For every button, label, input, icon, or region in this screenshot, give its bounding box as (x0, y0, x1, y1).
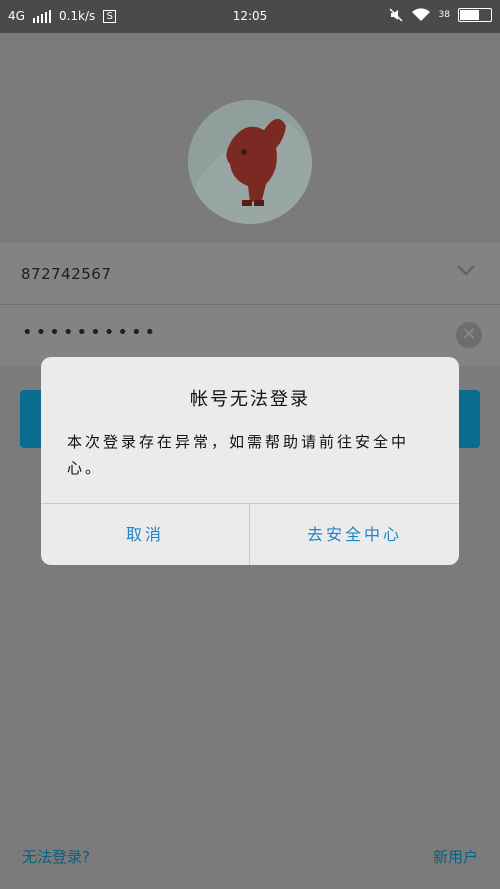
status-bar: 4G 0.1k/s S 12:05 38 (0, 0, 500, 33)
new-user-link[interactable]: 新用户 (433, 846, 478, 867)
cant-login-link[interactable]: 无法登录? (22, 846, 90, 867)
chevron-down-icon[interactable] (455, 262, 477, 278)
cancel-button[interactable]: 取消 (41, 504, 249, 565)
fox-avatar-image (188, 100, 312, 224)
mute-icon (389, 8, 403, 22)
avatar (188, 100, 312, 224)
alert-dialog: 帐号无法登录 本次登录存在异常，如需帮助请前往安全中心。 取消 去安全中心 (41, 357, 459, 565)
go-security-center-button[interactable]: 去安全中心 (250, 504, 459, 565)
clear-icon[interactable]: ✕ (456, 322, 482, 348)
battery-icon (458, 8, 492, 22)
battery-percent: 38 (438, 10, 450, 20)
dialog-message: 本次登录存在异常，如需帮助请前往安全中心。 (67, 433, 410, 477)
dialog-title: 帐号无法登录 (190, 389, 310, 410)
account-input[interactable]: 872742567 (21, 265, 111, 283)
wifi-icon (411, 8, 430, 21)
password-input[interactable]: •••••••••• (22, 322, 158, 343)
